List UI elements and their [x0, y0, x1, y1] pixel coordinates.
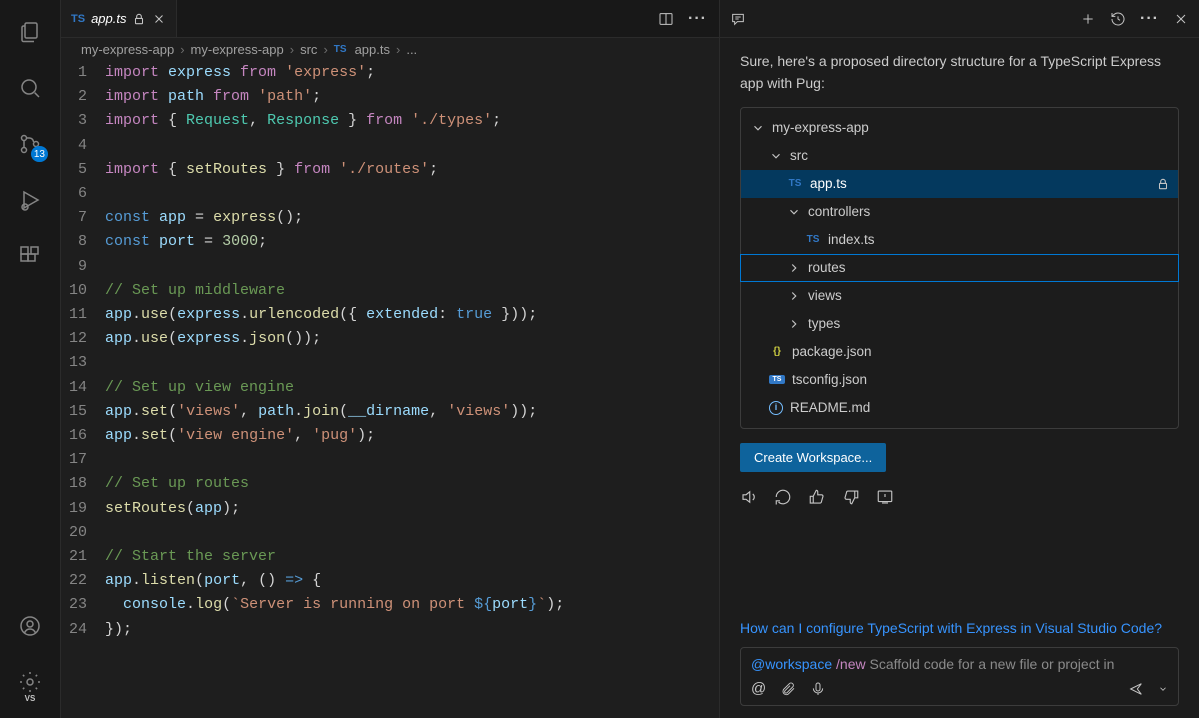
extensions-icon[interactable] [6, 232, 54, 280]
tree-item[interactable]: TS index.ts [741, 226, 1178, 254]
tree-item[interactable]: i README.md [741, 394, 1178, 422]
retry-icon[interactable] [774, 488, 792, 506]
split-editor-icon[interactable] [658, 11, 674, 27]
thumbs-up-icon[interactable] [808, 488, 826, 506]
comment-icon[interactable] [730, 11, 746, 27]
read-aloud-icon[interactable] [740, 488, 758, 506]
tree-item[interactable]: types [741, 310, 1178, 338]
breadcrumb-item[interactable]: src [300, 42, 317, 57]
tree-item[interactable]: controllers [741, 198, 1178, 226]
lock-icon [132, 12, 146, 26]
thumbs-down-icon[interactable] [842, 488, 860, 506]
tab-actions: ··· [658, 0, 719, 37]
close-panel-icon[interactable] [1173, 11, 1189, 27]
tab-bar: TS app.ts ··· [61, 0, 719, 38]
chevron-icon [787, 289, 801, 303]
chevron-icon [787, 261, 801, 275]
more-actions-icon[interactable]: ··· [688, 10, 707, 28]
typescript-icon: TS [71, 13, 85, 25]
breadcrumb-item[interactable]: my-express-app [81, 42, 174, 57]
tab-filename: app.ts [91, 11, 126, 26]
tree-item[interactable]: {} package.json [741, 338, 1178, 366]
line-gutter: 123456789101112131415161718192021222324 [61, 61, 105, 718]
run-debug-icon[interactable] [6, 176, 54, 224]
chat-feedback [740, 488, 1179, 506]
send-icon[interactable] [1128, 681, 1144, 697]
new-chat-icon[interactable] [1080, 11, 1096, 27]
chevron-icon [769, 149, 783, 163]
proposed-file-tree: my-express-app src TS app.ts controllers TS in… [740, 107, 1179, 429]
tree-item[interactable]: TS app.ts [741, 170, 1178, 198]
json-icon: {} [769, 346, 785, 357]
search-icon[interactable] [6, 64, 54, 112]
tree-item-label: index.ts [828, 232, 1170, 247]
tree-item-label: my-express-app [772, 120, 1170, 135]
chat-header: ··· [720, 0, 1199, 38]
tree-item-label: package.json [792, 344, 1170, 359]
tab-app-ts[interactable]: TS app.ts [61, 0, 177, 37]
tree-item-label: README.md [790, 400, 1170, 415]
breadcrumb-tail[interactable]: ... [406, 42, 417, 57]
create-workspace-button[interactable]: Create Workspace... [740, 443, 886, 472]
chat-slash-command[interactable]: /new [836, 656, 866, 672]
chevron-icon [787, 205, 801, 219]
typescript-icon: TS [805, 234, 821, 245]
tsconfig-icon: TS [769, 375, 785, 384]
settings-icon[interactable]: VS [6, 658, 54, 706]
followup-suggestion[interactable]: How can I configure TypeScript with Expr… [740, 618, 1179, 639]
typescript-icon: TS [334, 44, 347, 55]
attach-icon[interactable] [780, 681, 796, 697]
microphone-icon[interactable] [810, 681, 826, 697]
chevron-down-icon[interactable] [1158, 684, 1168, 694]
typescript-icon: TS [787, 178, 803, 189]
chat-input[interactable]: @workspace /new Scaffold code for a new … [740, 647, 1179, 706]
tree-item-label: views [808, 288, 1170, 303]
close-icon[interactable] [152, 12, 166, 26]
tree-item[interactable]: my-express-app [741, 114, 1178, 142]
breadcrumb-item[interactable]: my-express-app [191, 42, 284, 57]
chat-agent[interactable]: @workspace [751, 656, 832, 672]
tree-item-label: types [808, 316, 1170, 331]
tree-item-label: app.ts [810, 176, 1149, 191]
chevron-icon [787, 317, 801, 331]
breadcrumb-file[interactable]: app.ts [355, 42, 390, 57]
activity-bar: 13 VS [0, 0, 60, 718]
mention-icon[interactable]: @ [751, 680, 766, 697]
report-issue-icon[interactable] [876, 488, 894, 506]
tree-item-label: tsconfig.json [792, 372, 1170, 387]
code-editor[interactable]: 123456789101112131415161718192021222324 … [61, 61, 719, 718]
chat-more-icon[interactable]: ··· [1140, 10, 1159, 28]
chevron-icon [751, 121, 765, 135]
chat-input-text[interactable]: Scaffold code for a new file or project … [870, 656, 1115, 672]
source-control-icon[interactable]: 13 [6, 120, 54, 168]
history-icon[interactable] [1110, 11, 1126, 27]
lock-icon [1156, 177, 1170, 191]
chat-message: Sure, here's a proposed directory struct… [740, 50, 1179, 95]
tree-item-label: src [790, 148, 1170, 163]
tree-item[interactable]: src [741, 142, 1178, 170]
breadcrumbs[interactable]: my-express-app › my-express-app › src › … [61, 38, 719, 61]
tree-item[interactable]: routes [740, 254, 1179, 282]
tree-item-label: controllers [808, 204, 1170, 219]
info-icon: i [769, 401, 783, 415]
accounts-icon[interactable] [6, 602, 54, 650]
code-content[interactable]: import express from 'express';import pat… [105, 61, 719, 718]
scm-badge: 13 [31, 146, 48, 162]
chat-panel: ··· Sure, here's a proposed directory st… [719, 0, 1199, 718]
explorer-icon[interactable] [6, 8, 54, 56]
tree-item[interactable]: views [741, 282, 1178, 310]
editor-group: TS app.ts ··· my-express-app › my-expres… [60, 0, 719, 718]
tree-item-label: routes [808, 260, 1170, 275]
tree-item[interactable]: TS tsconfig.json [741, 366, 1178, 394]
